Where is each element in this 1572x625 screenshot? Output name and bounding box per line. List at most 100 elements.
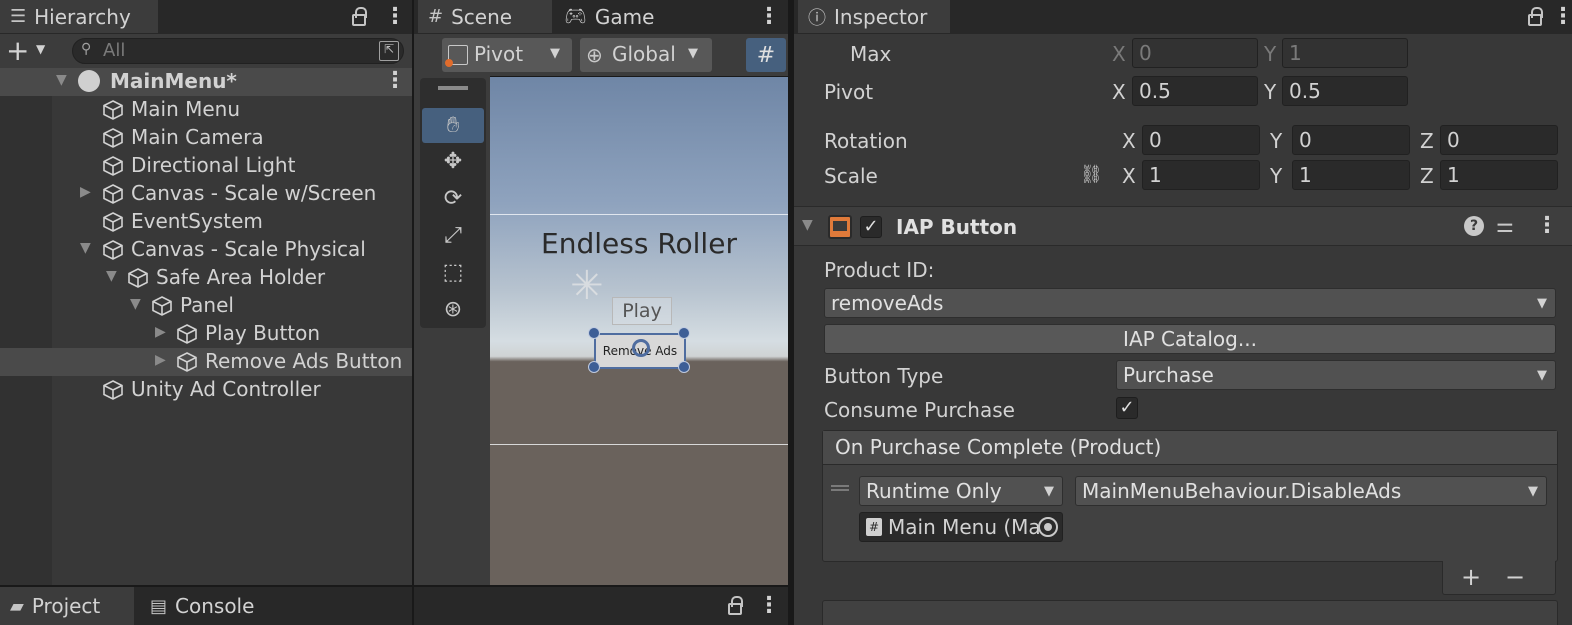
button-type-dropdown[interactable]: Purchase ▼ <box>1116 360 1556 390</box>
collapse-arrow-icon[interactable]: ▼ <box>802 217 813 233</box>
expand-arrow-icon[interactable]: ▼ <box>130 296 141 312</box>
next-section-box <box>822 600 1558 625</box>
pivot-x-field[interactable]: 0.5 <box>1132 76 1258 106</box>
expand-arrow-icon[interactable]: ▼ <box>56 72 67 88</box>
hierarchy-item[interactable]: Unity Ad Controller <box>0 376 412 404</box>
chevron-down-icon[interactable]: ▼ <box>36 42 45 56</box>
collapsed-arrow-icon[interactable]: ▶ <box>155 352 166 368</box>
inspector-menu-icon[interactable]: ⋮ <box>1552 6 1572 28</box>
search-filter-icon[interactable]: ⇱ <box>379 41 399 61</box>
pivot-y-field[interactable]: 0.5 <box>1282 76 1408 106</box>
function-dropdown[interactable]: MainMenuBehaviour.DisableAds ▼ <box>1075 476 1547 506</box>
component-icon <box>828 215 852 239</box>
hierarchy-search-input[interactable]: ⚲ All ⇱ <box>72 38 404 64</box>
hierarchy-item[interactable]: ▼ Canvas - Scale Physical <box>0 236 412 264</box>
bottom-menu-icon[interactable]: ⋮ <box>758 595 780 617</box>
lock-icon[interactable] <box>352 7 367 26</box>
tab-project[interactable]: ▰ Project <box>0 587 134 625</box>
help-icon[interactable]: ? <box>1464 216 1484 236</box>
hierarchy-item[interactable]: Directional Light <box>0 152 412 180</box>
rect-handle[interactable] <box>678 361 690 373</box>
rotation-y-field[interactable]: 0 <box>1292 125 1410 155</box>
tab-inspector[interactable]: ⓘ Inspector <box>798 0 950 33</box>
link-broken-icon[interactable]: ⛓ <box>1080 164 1103 185</box>
pivot-handle[interactable] <box>632 339 650 357</box>
scene-menu-icon[interactable]: ⋮ <box>758 6 780 28</box>
settings-sliders-icon[interactable]: ⚌ <box>1496 213 1514 237</box>
max-x-field[interactable]: 0 <box>1132 38 1258 68</box>
expand-arrow-icon[interactable]: ▼ <box>80 240 91 256</box>
scale-y-field[interactable]: 1 <box>1292 160 1410 190</box>
pivot-icon <box>445 45 468 67</box>
tab-game[interactable]: 🎮︎ Game <box>554 0 684 33</box>
component-header[interactable]: ▼ ✓ IAP Button ? ⚌ ⋮ <box>794 206 1572 246</box>
tab-console[interactable]: ▤ Console <box>140 587 280 625</box>
iap-catalog-button[interactable]: IAP Catalog... <box>824 324 1556 354</box>
gameobject-icon <box>103 380 123 400</box>
event-list-footer: + − <box>1442 561 1556 595</box>
rect-handle[interactable] <box>588 327 600 339</box>
chevron-down-icon: ▼ <box>1044 484 1054 499</box>
lock-icon[interactable] <box>1528 7 1543 26</box>
rect-handle[interactable] <box>678 327 690 339</box>
hierarchy-panel: ☰ Hierarchy ⋮ + ▼ ⚲ All ⇱ ▼ MainMenu* ⋮ … <box>0 0 412 585</box>
expand-arrow-icon[interactable]: ▼ <box>106 268 117 284</box>
scale-x-field[interactable]: 1 <box>1142 160 1260 190</box>
hierarchy-item[interactable]: Main Camera <box>0 124 412 152</box>
drag-handle[interactable] <box>831 485 849 491</box>
rotation-z-field[interactable]: 0 <box>1440 125 1558 155</box>
move-tool-icon[interactable]: ✥ <box>422 144 484 179</box>
collapsed-arrow-icon[interactable]: ▶ <box>80 184 91 200</box>
gameobject-icon <box>103 128 123 148</box>
light-gizmo-icon: ✳ <box>570 263 604 309</box>
component-menu-icon[interactable]: ⋮ <box>1536 215 1558 237</box>
scale-z-field[interactable]: 1 <box>1440 160 1558 190</box>
runtime-dropdown[interactable]: Runtime Only ▼ <box>859 476 1063 506</box>
max-y-field[interactable]: 1 <box>1282 38 1408 68</box>
hierarchy-item[interactable]: Main Menu <box>0 96 412 124</box>
tab-hierarchy[interactable]: ☰ Hierarchy <box>0 0 158 33</box>
folder-icon: ▰ <box>10 595 24 617</box>
hand-tool-icon[interactable]: ✋︎ <box>422 108 484 143</box>
lock-icon[interactable] <box>728 596 743 615</box>
hierarchy-item[interactable]: ▶ Canvas - Scale w/Screen <box>0 180 412 208</box>
tab-scene[interactable]: # Scene <box>418 0 552 33</box>
hierarchy-item[interactable]: EventSystem <box>0 208 412 236</box>
scene-viewport[interactable]: Endless Roller ✳ Play Remove Ads <box>490 77 788 585</box>
rect-tool-icon[interactable]: ⬚ <box>422 255 484 290</box>
hierarchy-item-selected[interactable]: ▶ Remove Ads Button <box>0 348 412 376</box>
hierarchy-menu-icon[interactable]: ⋮ <box>384 6 406 28</box>
global-dropdown[interactable]: ⊕ Global ▼ <box>580 38 712 72</box>
scene-menu-icon[interactable]: ⋮ <box>384 70 406 92</box>
event-box: On Purchase Complete (Product) Runtime O… <box>822 430 1558 562</box>
pivot-dropdown[interactable]: Pivot ▼ <box>442 38 572 72</box>
script-icon: # <box>866 518 882 536</box>
consume-purchase-checkbox[interactable]: ✓ <box>1116 397 1138 419</box>
gameobject-icon <box>177 352 197 372</box>
product-id-dropdown[interactable]: removeAds ▼ <box>824 288 1556 318</box>
scale-tool-icon[interactable]: ⤢ <box>422 218 484 253</box>
grid-snap-button[interactable]: # <box>746 38 786 72</box>
gameobject-icon <box>177 324 197 344</box>
gameobject-icon <box>103 156 123 176</box>
component-enabled-checkbox[interactable]: ✓ <box>860 216 882 238</box>
gameobject-icon <box>103 212 123 232</box>
scene-row[interactable]: ▼ MainMenu* ⋮ <box>0 68 412 96</box>
hierarchy-item[interactable]: ▼ Panel <box>0 292 412 320</box>
transform-tool-icon[interactable]: ⊛ <box>422 292 484 327</box>
collapsed-arrow-icon[interactable]: ▶ <box>155 324 166 340</box>
rotate-tool-icon[interactable]: ⟳ <box>422 181 484 216</box>
add-icon[interactable]: + <box>6 34 29 67</box>
drag-handle[interactable] <box>438 86 468 90</box>
hierarchy-item[interactable]: ▶ Play Button <box>0 320 412 348</box>
remove-event-button[interactable]: − <box>1505 563 1525 591</box>
chevron-down-icon: ▼ <box>1537 296 1547 311</box>
object-picker-icon[interactable] <box>1038 517 1058 537</box>
hierarchy-item[interactable]: ▼ Safe Area Holder <box>0 264 412 292</box>
rect-handle[interactable] <box>588 361 600 373</box>
add-event-button[interactable]: + <box>1461 563 1481 591</box>
target-object-field[interactable]: # Main Menu (Ma <box>859 512 1063 542</box>
rotation-x-field[interactable]: 0 <box>1142 125 1260 155</box>
globe-icon: ⊕ <box>586 43 603 67</box>
canvas-bound-line <box>490 214 788 215</box>
